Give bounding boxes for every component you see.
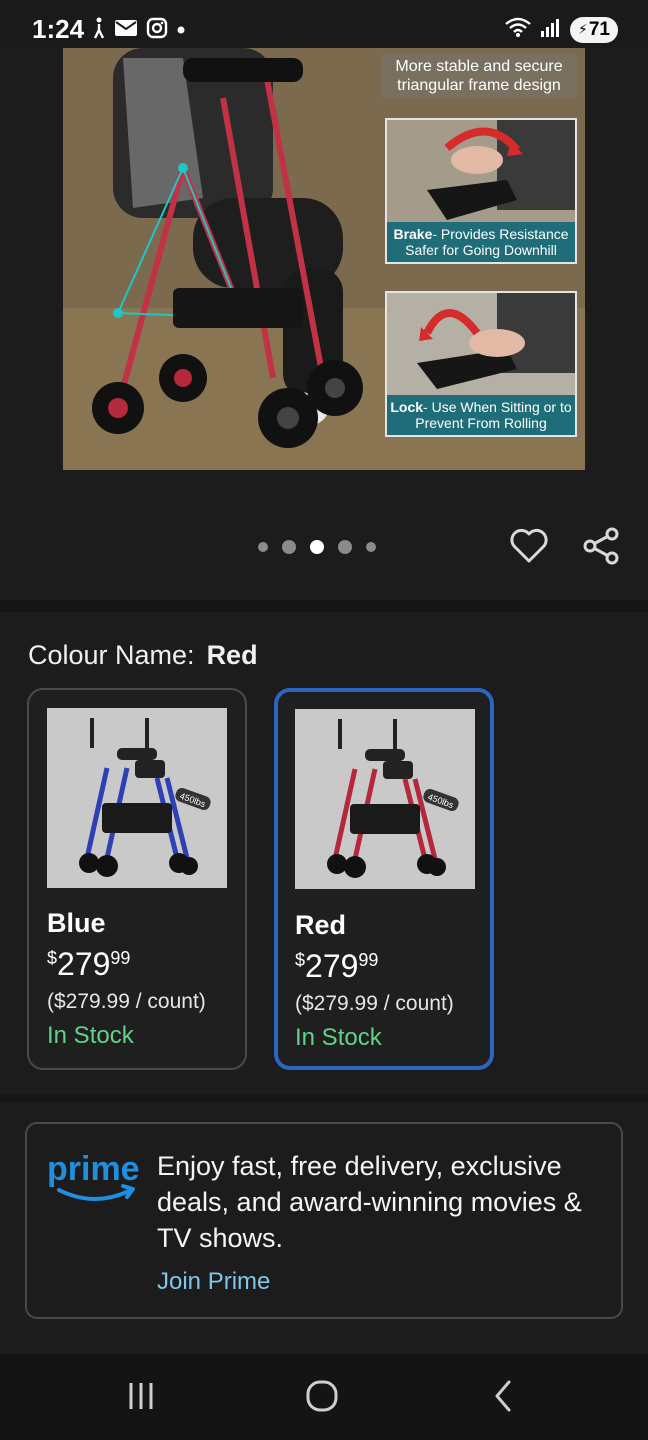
carousel-dot[interactable]: [282, 540, 296, 554]
carousel-dots[interactable]: [258, 540, 376, 554]
price-currency: $: [295, 950, 306, 970]
wishlist-button[interactable]: [507, 526, 551, 570]
price-currency: $: [47, 948, 58, 968]
option-name: Red: [295, 910, 347, 940]
colour-name-label: Colour Name: Red: [28, 640, 258, 671]
prime-logo: prime: [47, 1146, 143, 1206]
carousel-dot[interactable]: [366, 542, 376, 552]
colour-label-text: Colour Name:: [28, 640, 195, 670]
signal-icon: [540, 16, 562, 43]
home-button[interactable]: [300, 1376, 344, 1420]
mail-icon: [114, 18, 138, 43]
share-button[interactable]: [579, 526, 623, 570]
wifi-icon: [504, 16, 532, 43]
join-prime-link[interactable]: Join Prime: [157, 1268, 270, 1296]
lock-inset: Lock- Use When Sitting or to Prevent Fro…: [385, 291, 577, 437]
option-price: $27999: [47, 946, 130, 983]
carousel-dot[interactable]: [338, 540, 352, 554]
walker-thumbnail-blue: 450lbs: [47, 708, 227, 888]
red-walker-thumbnail: 450lbs: [295, 709, 475, 889]
notification-icons: [92, 16, 186, 45]
colour-option-blue[interactable]: 450lbs Blue $27999 ($279.99 / count) In …: [27, 688, 247, 1070]
carousel-dot-active[interactable]: [310, 540, 324, 554]
dot-icon: [176, 17, 186, 44]
selected-colour: Red: [206, 640, 258, 670]
prime-promo: prime Enjoy fast, free delivery, exclusi…: [25, 1122, 623, 1319]
battery-indicator: ⚡ 71: [570, 16, 618, 43]
system-icons: ⚡ 71: [504, 16, 618, 43]
price-fraction: 99: [358, 950, 379, 970]
brake-caption: Brake- Provides Resistance Safer for Goi…: [387, 222, 575, 262]
status-time: 1:24: [32, 14, 85, 44]
option-price: $27999: [295, 948, 378, 985]
unit-price: ($279.99 / count): [47, 990, 206, 1013]
colour-option-red[interactable]: 450lbs Red $27999 ($279.99 / count) In S…: [274, 688, 494, 1070]
price-fraction: 99: [110, 948, 131, 968]
stock-status: In Stock: [295, 1024, 382, 1051]
system-nav-bar: [0, 1354, 648, 1440]
carousel-dot[interactable]: [258, 542, 268, 552]
product-image-carousel[interactable]: More stable and secure triangular frame …: [0, 48, 648, 488]
accessibility-icon: [92, 16, 106, 45]
carousel-controls: [0, 520, 648, 580]
unit-price: ($279.99 / count): [295, 992, 454, 1015]
section-divider: [0, 600, 648, 612]
product-page: 1:24 ⚡ 71 More stable and secure triangu…: [0, 0, 648, 1440]
recent-apps-icon: [126, 1381, 156, 1416]
prime-description: Enjoy fast, free delivery, exclusive dea…: [157, 1151, 582, 1253]
back-icon: [491, 1379, 517, 1418]
option-name: Blue: [47, 908, 106, 938]
stock-status: In Stock: [47, 1022, 134, 1049]
home-icon: [305, 1379, 339, 1418]
battery-bolt-icon: ⚡: [578, 21, 588, 37]
recent-apps-button[interactable]: [119, 1376, 163, 1420]
share-icon: [581, 526, 621, 571]
lock-caption: Lock- Use When Sitting or to Prevent Fro…: [387, 395, 575, 435]
battery-level: 71: [588, 18, 610, 40]
price-whole: 279: [57, 946, 111, 982]
prime-logo-text: prime: [47, 1150, 140, 1188]
back-button[interactable]: [482, 1376, 526, 1420]
instagram-icon: [146, 17, 168, 44]
price-whole: 279: [305, 948, 359, 984]
hero-caption: More stable and secure triangular frame …: [381, 54, 577, 98]
walker-thumbnail-red: 450lbs: [295, 709, 475, 889]
brake-inset: Brake- Provides Resistance Safer for Goi…: [385, 118, 577, 264]
section-divider: [0, 1094, 648, 1102]
blue-walker-thumbnail: 450lbs: [47, 708, 227, 888]
heart-icon: [509, 528, 549, 569]
product-photo: More stable and secure triangular frame …: [63, 48, 585, 470]
